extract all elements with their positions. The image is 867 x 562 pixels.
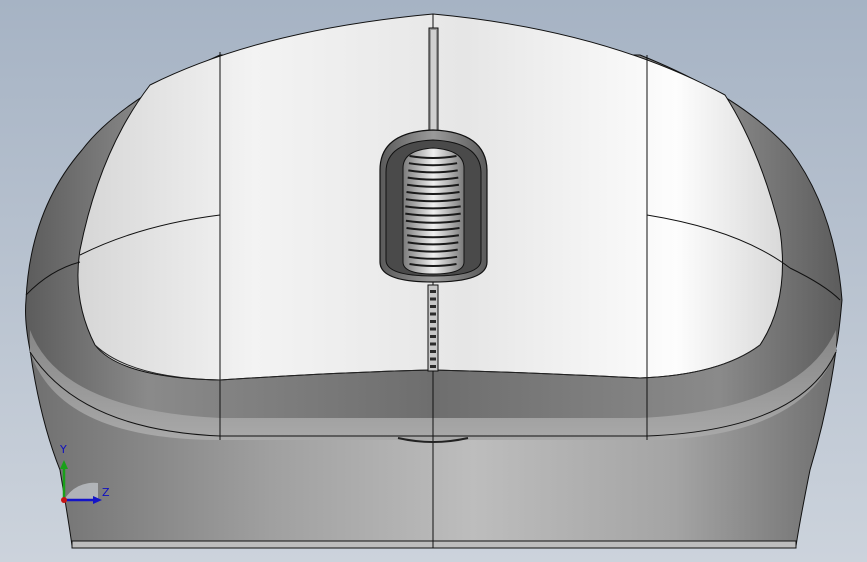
ridge-tick bbox=[430, 350, 436, 353]
ridge-tick bbox=[430, 320, 436, 323]
cad-viewport[interactable]: Y Z bbox=[0, 0, 867, 562]
mouse-model-view[interactable] bbox=[0, 0, 867, 562]
z-axis-label: Z bbox=[102, 486, 110, 499]
triad-plane-icon bbox=[64, 482, 98, 500]
ridge-tick bbox=[430, 342, 436, 346]
ridge-tick bbox=[430, 297, 436, 301]
scroll-wheel[interactable] bbox=[402, 147, 465, 275]
coordinate-triad: Y Z bbox=[50, 438, 120, 508]
ridge-tick bbox=[430, 312, 436, 316]
mouse-base-strip bbox=[71, 540, 797, 549]
ridge-tick bbox=[430, 290, 436, 293]
ridge-tick bbox=[430, 305, 436, 308]
ridge-tick bbox=[430, 335, 436, 338]
ridge-tick bbox=[430, 327, 436, 331]
x-axis-origin-icon bbox=[61, 497, 67, 503]
ridge-tick bbox=[430, 365, 436, 368]
ridge-tick bbox=[430, 357, 436, 361]
y-axis-label: Y bbox=[60, 443, 67, 456]
